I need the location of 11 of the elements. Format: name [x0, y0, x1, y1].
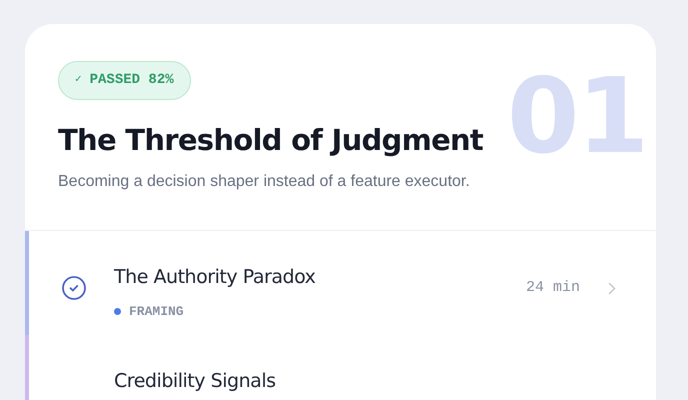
chevron-right-icon [608, 282, 616, 296]
lesson-duration: 24 min [526, 278, 580, 298]
badge-label: PASSED 82% [90, 71, 174, 90]
lesson-title: Credibility Signals [114, 369, 277, 394]
check-icon: ✓ [75, 72, 82, 89]
module-subtitle: Becoming a decision shaper instead of a feature executor. [58, 172, 471, 192]
lesson-tag: FRAMING [129, 302, 184, 322]
lesson-row[interactable]: Credibility Signals [25, 335, 656, 400]
lesson-row[interactable]: The Authority Paradox FRAMING 24 min [25, 231, 656, 336]
lesson-title: The Authority Paradox [114, 265, 316, 290]
module-title: The Threshold of Judgment [58, 122, 484, 158]
